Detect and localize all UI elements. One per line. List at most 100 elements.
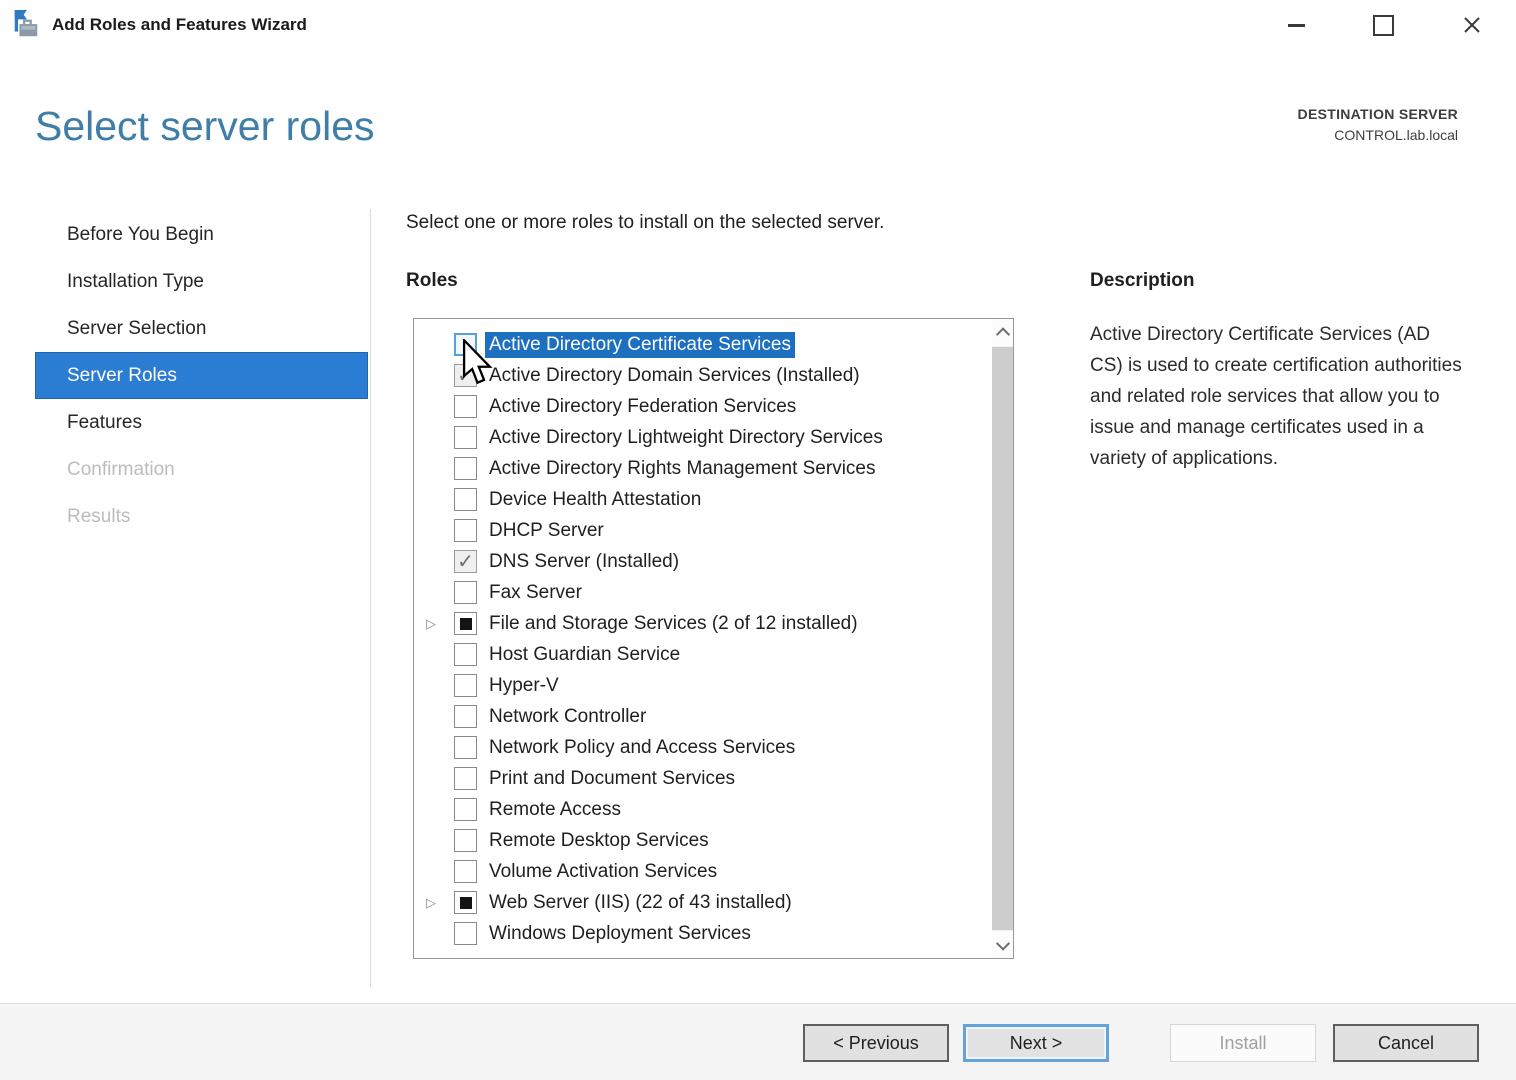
- roles-listbox: Active Directory Certificate Services ✓ Ac…: [413, 318, 1014, 959]
- sidebar-item-before-you-begin[interactable]: Before You Begin: [35, 211, 368, 258]
- role-checkbox[interactable]: [454, 643, 477, 666]
- role-row: Active Directory Certificate Services: [414, 329, 991, 360]
- role-label[interactable]: Host Guardian Service: [485, 642, 684, 668]
- scrollbar-down-button[interactable]: [992, 931, 1013, 958]
- role-checkbox[interactable]: ✓: [454, 550, 477, 573]
- role-checkbox[interactable]: [454, 767, 477, 790]
- server-manager-icon: [11, 9, 41, 41]
- destination-server-label: DESTINATION SERVER: [1298, 106, 1458, 122]
- sidebar-item-server-selection[interactable]: Server Selection: [35, 305, 368, 352]
- role-checkbox[interactable]: [454, 581, 477, 604]
- description-text: Active Directory Certificate Services (A…: [1090, 319, 1465, 474]
- title-bar: Add Roles and Features Wizard: [0, 0, 1516, 52]
- page-title: Select server roles: [35, 103, 375, 150]
- description-heading: Description: [1090, 270, 1195, 292]
- role-checkbox[interactable]: [454, 426, 477, 449]
- role-checkbox[interactable]: [454, 705, 477, 728]
- role-label[interactable]: Device Health Attestation: [485, 487, 705, 513]
- partial-check-fill: [460, 897, 472, 909]
- role-checkbox[interactable]: [454, 612, 477, 635]
- role-row: Host Guardian Service: [414, 639, 991, 670]
- role-checkbox[interactable]: [454, 860, 477, 883]
- sidebar-nav: Before You BeginInstallation TypeServer …: [35, 211, 368, 540]
- role-label[interactable]: Active Directory Rights Management Servi…: [485, 456, 879, 482]
- role-row: Device Health Attestation: [414, 484, 991, 515]
- destination-server-name: CONTROL.lab.local: [1298, 127, 1458, 143]
- role-label[interactable]: Active Directory Federation Services: [485, 394, 800, 420]
- expand-arrow-icon[interactable]: ▷: [426, 887, 454, 918]
- minimize-button[interactable]: [1270, 0, 1322, 50]
- role-checkbox[interactable]: [454, 333, 477, 356]
- role-checkbox[interactable]: [454, 829, 477, 852]
- role-row: DHCP Server: [414, 515, 991, 546]
- role-row: Active Directory Federation Services: [414, 391, 991, 422]
- role-checkbox[interactable]: [454, 798, 477, 821]
- role-label[interactable]: DHCP Server: [485, 518, 608, 544]
- role-label[interactable]: Active Directory Certificate Services: [485, 332, 795, 358]
- role-label[interactable]: Active Directory Domain Services (Instal…: [485, 363, 864, 389]
- sidebar-item-confirmation: Confirmation: [35, 446, 368, 493]
- minimize-icon: [1288, 24, 1305, 27]
- roles-list-rows: Active Directory Certificate Services ✓ Ac…: [414, 329, 991, 956]
- footer-bar: < Previous Next > Install Cancel: [0, 1003, 1516, 1080]
- role-row: Network Controller: [414, 701, 991, 732]
- role-checkbox[interactable]: ✓: [454, 364, 477, 387]
- sidebar-item-results: Results: [35, 493, 368, 540]
- maximize-icon: [1373, 15, 1394, 36]
- destination-server-block: DESTINATION SERVER CONTROL.lab.local: [1298, 106, 1458, 143]
- role-row: Windows Deployment Services: [414, 918, 991, 949]
- role-checkbox[interactable]: [454, 488, 477, 511]
- role-row: ✓ DNS Server (Installed): [414, 546, 991, 577]
- cancel-button[interactable]: Cancel: [1333, 1024, 1479, 1062]
- sidebar-item-features[interactable]: Features: [35, 399, 368, 446]
- role-label[interactable]: Web Server (IIS) (22 of 43 installed): [485, 890, 796, 916]
- wizard-window: Add Roles and Features Wizard Select ser…: [0, 0, 1516, 1080]
- chevron-down-icon: [995, 936, 1009, 950]
- role-row: ✓ Active Directory Domain Services (Insta…: [414, 360, 991, 391]
- role-checkbox[interactable]: [454, 395, 477, 418]
- role-checkbox[interactable]: [454, 674, 477, 697]
- sidebar-item-server-roles[interactable]: Server Roles: [35, 352, 368, 399]
- role-checkbox[interactable]: [454, 736, 477, 759]
- role-label[interactable]: Remote Access: [485, 797, 625, 823]
- role-label[interactable]: Network Policy and Access Services: [485, 735, 799, 761]
- role-label[interactable]: Network Controller: [485, 704, 650, 730]
- scrollbar-up-button[interactable]: [992, 319, 1013, 346]
- role-label[interactable]: Windows Deployment Services: [485, 921, 755, 947]
- instruction-text: Select one or more roles to install on t…: [406, 212, 884, 234]
- close-icon: [1461, 14, 1483, 36]
- role-row: Print and Document Services: [414, 763, 991, 794]
- role-row: Active Directory Rights Management Servi…: [414, 453, 991, 484]
- sidebar-item-installation-type[interactable]: Installation Type: [35, 258, 368, 305]
- role-row: Network Policy and Access Services: [414, 732, 991, 763]
- roles-heading: Roles: [406, 270, 458, 292]
- role-label[interactable]: Fax Server: [485, 580, 586, 606]
- role-label[interactable]: Active Directory Lightweight Directory S…: [485, 425, 887, 451]
- expand-arrow-icon[interactable]: ▷: [426, 608, 454, 639]
- role-row: ▷ Web Server (IIS) (22 of 43 installed): [414, 887, 991, 918]
- partial-check-fill: [460, 618, 472, 630]
- role-label[interactable]: Volume Activation Services: [485, 859, 721, 885]
- maximize-button[interactable]: [1357, 0, 1409, 50]
- role-checkbox[interactable]: [454, 519, 477, 542]
- role-row: Fax Server: [414, 577, 991, 608]
- window-title: Add Roles and Features Wizard: [52, 15, 307, 35]
- role-label[interactable]: File and Storage Services (2 of 12 insta…: [485, 611, 862, 637]
- role-label[interactable]: DNS Server (Installed): [485, 549, 683, 575]
- scrollbar-thumb[interactable]: [992, 347, 1013, 930]
- role-checkbox[interactable]: [454, 891, 477, 914]
- role-row: Active Directory Lightweight Directory S…: [414, 422, 991, 453]
- role-label[interactable]: Hyper-V: [485, 673, 563, 699]
- roles-scrollbar[interactable]: [992, 319, 1013, 958]
- role-label[interactable]: Remote Desktop Services: [485, 828, 713, 854]
- previous-button[interactable]: < Previous: [803, 1024, 949, 1062]
- close-button[interactable]: [1446, 0, 1498, 50]
- next-button[interactable]: Next >: [963, 1024, 1109, 1062]
- install-button: Install: [1170, 1024, 1316, 1062]
- role-row: ▷ File and Storage Services (2 of 12 inst…: [414, 608, 991, 639]
- role-row: Volume Activation Services: [414, 856, 991, 887]
- role-label[interactable]: Print and Document Services: [485, 766, 739, 792]
- role-checkbox[interactable]: [454, 457, 477, 480]
- role-checkbox[interactable]: [454, 922, 477, 945]
- role-row: Remote Desktop Services: [414, 825, 991, 856]
